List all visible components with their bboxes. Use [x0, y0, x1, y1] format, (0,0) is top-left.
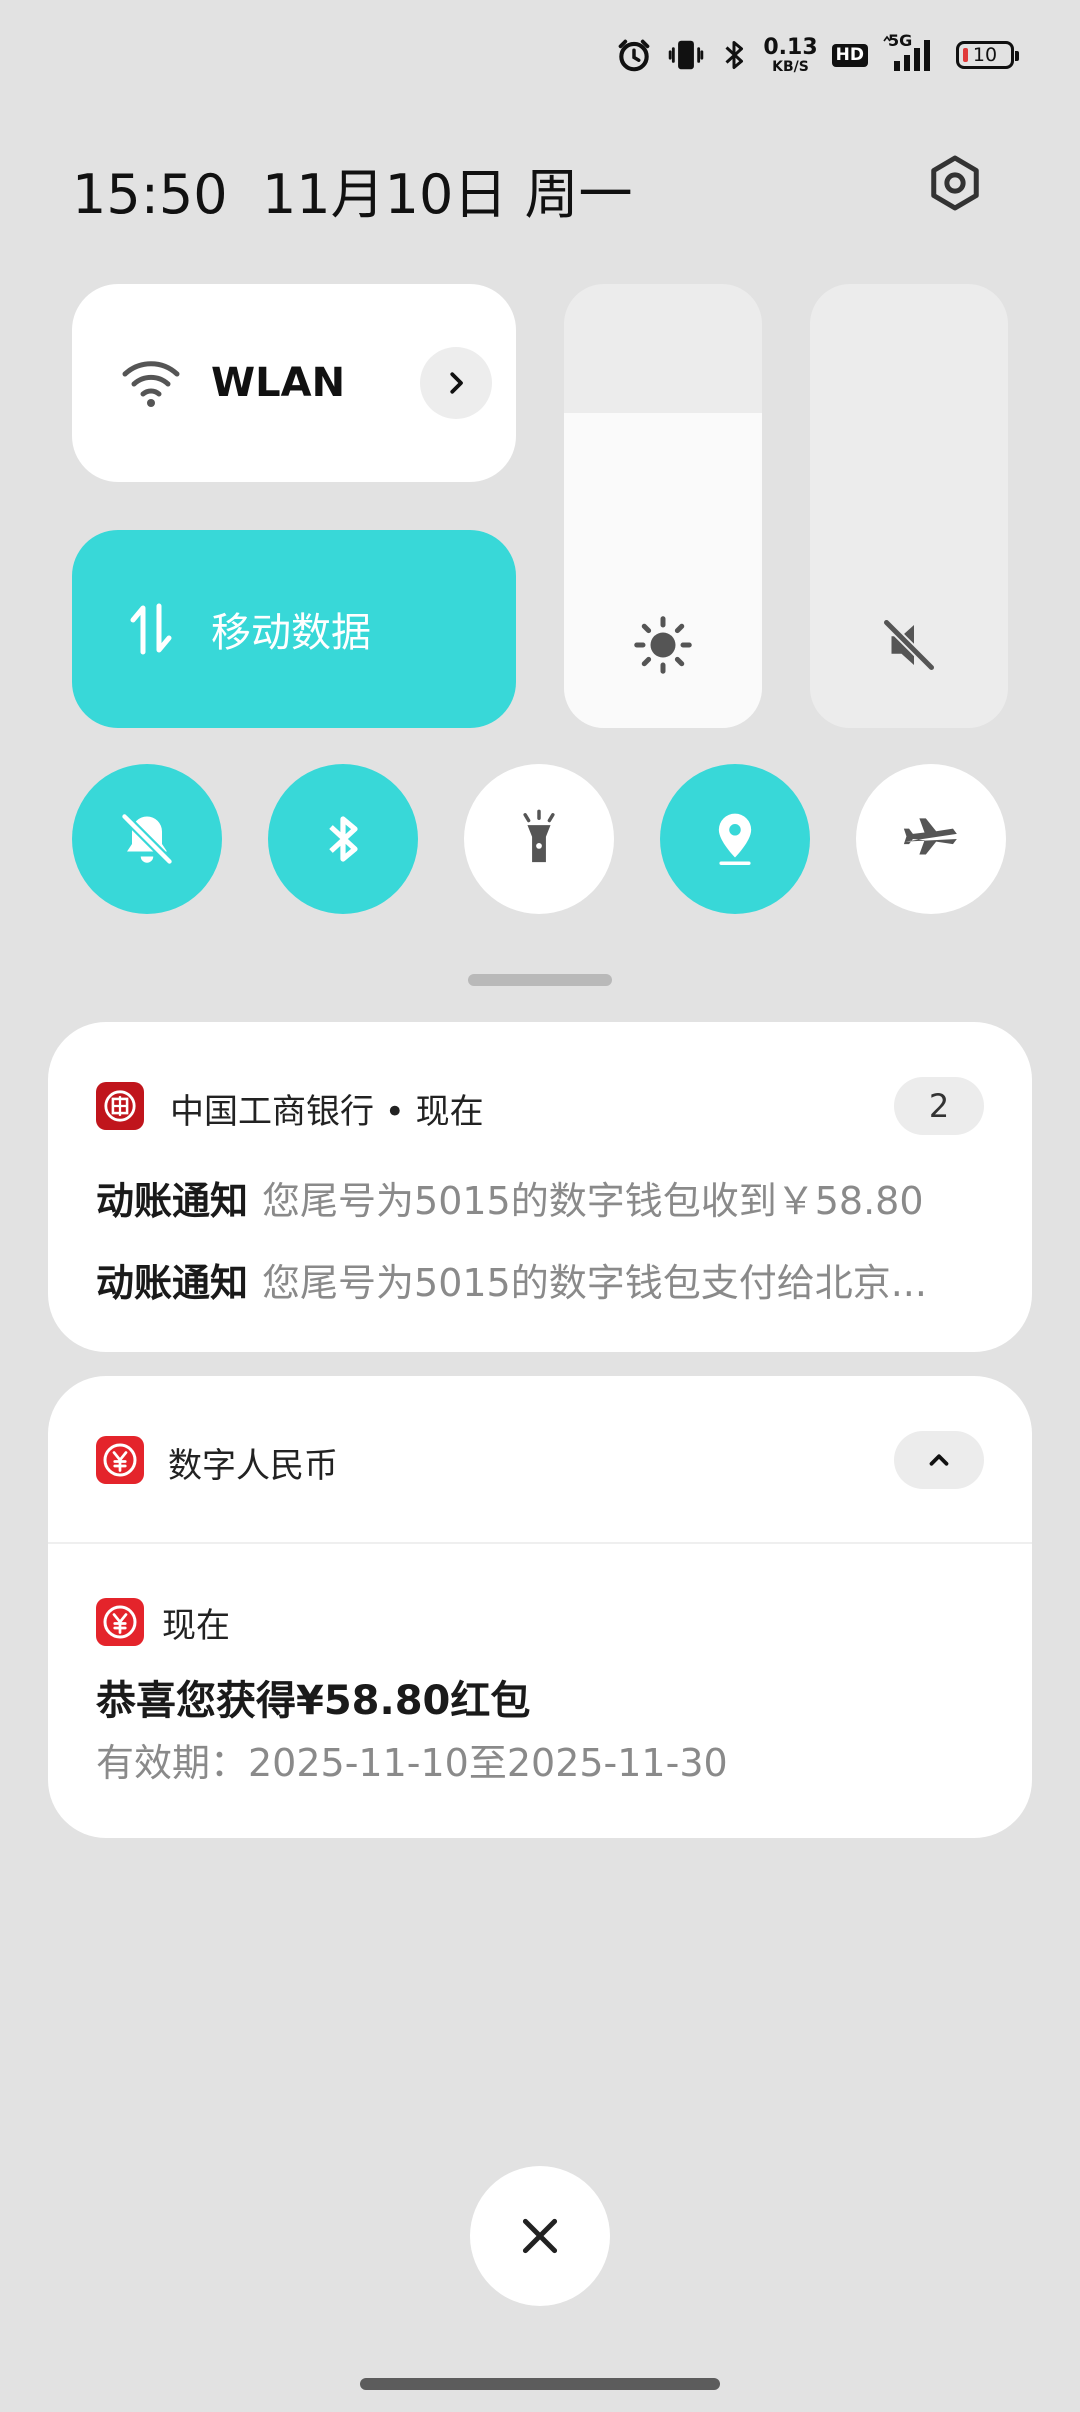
5g-signal-icon: 5G [882, 31, 942, 75]
notification-title: 动账通知 [96, 1261, 249, 1305]
mobile-data-label: 移动数据 [211, 610, 371, 656]
volume-slider[interactable] [810, 284, 1008, 728]
list-item: 动账通知 您尾号为5015的数字钱包支付给北京... [96, 1252, 984, 1307]
speaker-muted-icon [810, 610, 1008, 680]
chevron-up-icon [929, 1454, 949, 1466]
location-toggle[interactable] [660, 764, 810, 914]
ecny-logo-icon [96, 1436, 144, 1484]
mobile-data-tile[interactable]: 移动数据 [72, 530, 516, 728]
net-speed: 0.13 KB/S [763, 34, 818, 75]
silent-toggle[interactable] [72, 764, 222, 914]
panel-drag-handle[interactable] [468, 974, 612, 986]
vibrate-icon [667, 36, 705, 74]
gesture-navigation-bar[interactable] [360, 2378, 720, 2390]
hd-icon: HD [831, 43, 868, 67]
bluetooth-icon [329, 816, 358, 862]
bluetooth-toggle[interactable] [268, 764, 418, 914]
notification-card-ecny[interactable]: 数字人民币 现在 恭喜您获得¥58.80红包 有效期：2025-11-10至20… [48, 1376, 1032, 1838]
settings-button[interactable] [920, 148, 990, 218]
notification-body: 您尾号为5015的数字钱包收到￥58.80 [262, 1179, 924, 1223]
net-speed-unit: KB/S [772, 58, 809, 75]
brightness-level-fill [564, 412, 762, 728]
icbc-logo-icon [96, 1082, 144, 1130]
notification-body: 您尾号为5015的数字钱包支付给北京... [262, 1261, 927, 1305]
alarm-icon [615, 36, 653, 74]
bell-off-icon [120, 812, 174, 866]
notification-title: 动账通知 [96, 1179, 249, 1223]
brightness-slider[interactable] [564, 284, 762, 728]
up-down-arrows-icon [116, 594, 186, 664]
wlan-label: WLAN [211, 360, 346, 406]
airplane-icon [903, 818, 957, 855]
airplane-toggle[interactable] [856, 764, 1006, 914]
notification-card-icbc[interactable]: 中国工商银行 • 现在 2 动账通知 您尾号为5015的数字钱包收到￥58.80 … [48, 1022, 1032, 1352]
flashlight-icon [523, 809, 555, 863]
notification-title: 恭喜您获得¥58.80红包 [96, 1678, 531, 1724]
divider [48, 1542, 1032, 1544]
battery-fill [963, 48, 968, 62]
location-pin-icon [718, 813, 752, 865]
notification-time: 现在 [162, 1606, 230, 1646]
hexagon-gear-icon [931, 155, 979, 211]
status-bar: 0.13 KB/S HD 5G 10 [615, 30, 1019, 80]
network-type-label: 5G [888, 31, 913, 50]
ecny-logo-icon [96, 1598, 144, 1646]
wlan-tile[interactable]: WLAN [72, 284, 516, 482]
wlan-details-button[interactable] [420, 347, 492, 419]
bluetooth-icon [719, 37, 749, 73]
close-icon [522, 2218, 558, 2254]
battery-icon: 10 [956, 41, 1019, 69]
wifi-icon [116, 348, 186, 418]
sun-icon [564, 610, 762, 680]
collapse-button[interactable] [894, 1431, 984, 1489]
flashlight-toggle[interactable] [464, 764, 614, 914]
notification-count-badge[interactable]: 2 [894, 1077, 984, 1135]
clear-all-button[interactable] [470, 2166, 610, 2306]
net-speed-value: 0.13 [763, 34, 818, 60]
icbc-app-label: 中国工商银行 • 现在 [170, 1092, 484, 1132]
battery-level: 10 [972, 44, 998, 66]
date-time: 15:50 11月10日 周一 [72, 163, 633, 226]
ecny-app-label: 数字人民币 [168, 1446, 338, 1486]
list-item: 动账通知 您尾号为5015的数字钱包收到￥58.80 [96, 1170, 984, 1225]
notification-body: 有效期：2025-11-10至2025-11-30 [96, 1741, 728, 1785]
chevron-right-icon [450, 372, 463, 394]
